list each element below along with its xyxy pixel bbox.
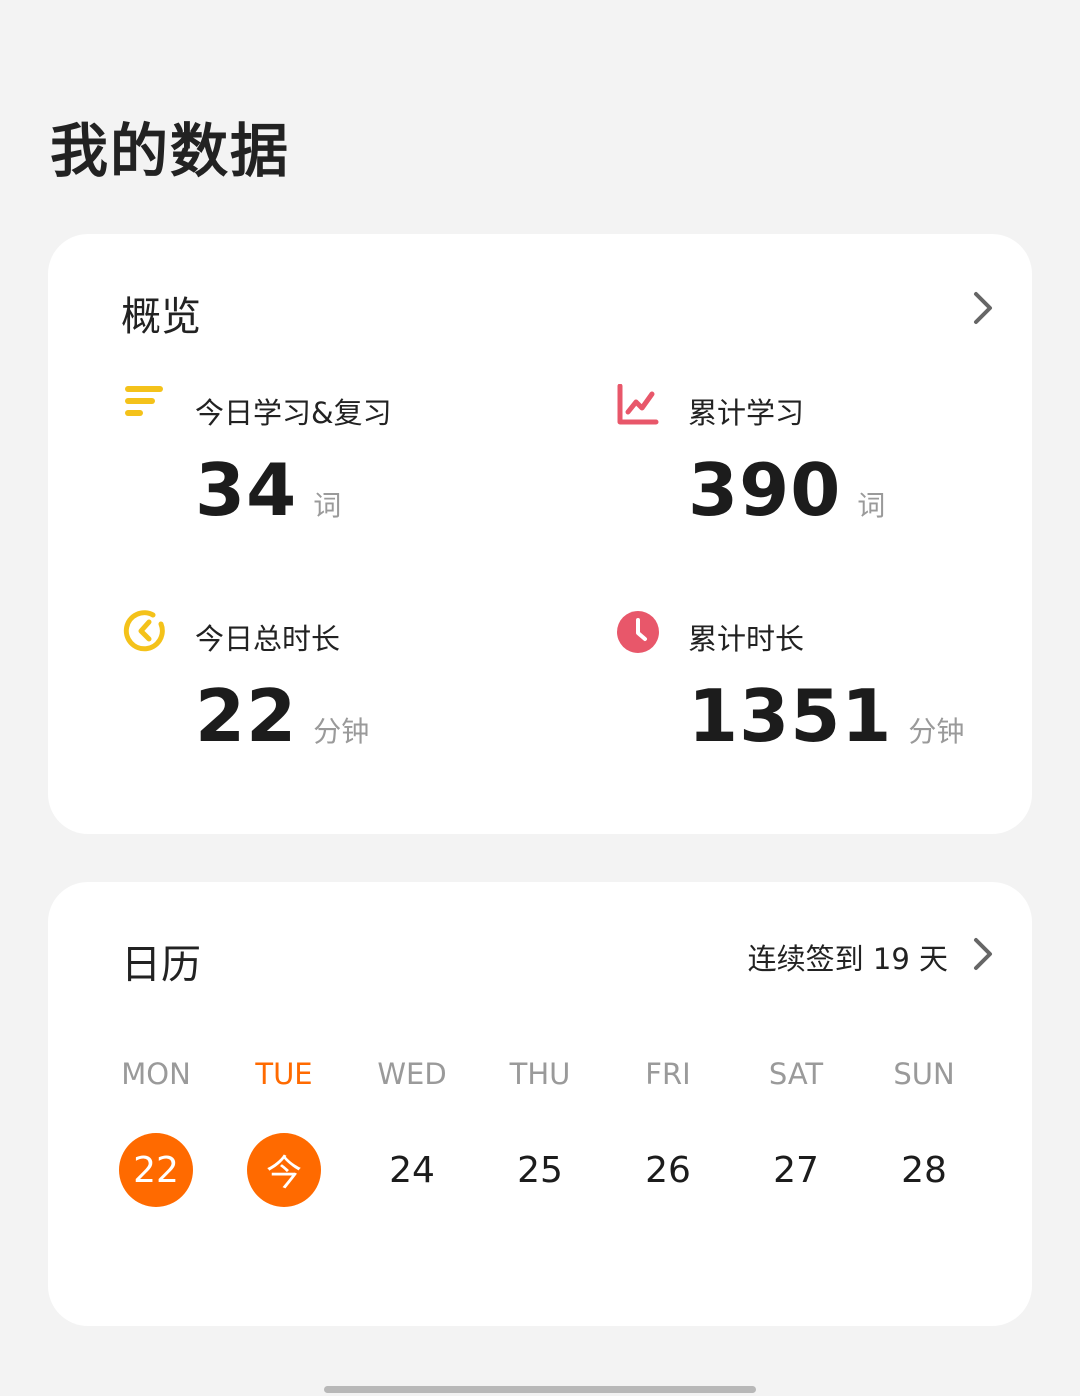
- date-number: 25: [517, 1149, 563, 1191]
- overview-title: 概览: [121, 294, 201, 340]
- date-cell[interactable]: 27: [732, 1132, 860, 1208]
- weekday-label: THU: [509, 1057, 571, 1091]
- calendar-card[interactable]: 日历 连续签到 19 天 MON TUE WED THU FRI SAT SUN…: [48, 882, 1032, 1326]
- stat-unit: 词: [857, 489, 886, 522]
- date-cell-today[interactable]: 今: [220, 1132, 348, 1208]
- stat-total-time: 累计时长 1351 分钟: [616, 610, 1016, 790]
- calendar-title: 日历: [121, 942, 201, 988]
- page-title: 我的数据: [50, 117, 291, 185]
- date-cell[interactable]: 28: [860, 1132, 988, 1208]
- weekday-label: FRI: [645, 1057, 691, 1091]
- stat-label: 今日学习&复习: [195, 396, 392, 430]
- stat-value: 34: [195, 448, 298, 532]
- date-cell[interactable]: 24: [348, 1132, 476, 1208]
- home-indicator[interactable]: [324, 1386, 756, 1393]
- weekday-label: MON: [121, 1057, 191, 1091]
- date-cell[interactable]: 26: [604, 1132, 732, 1208]
- weekday-label: SAT: [768, 1057, 824, 1091]
- stat-unit: 分钟: [908, 715, 965, 748]
- date-cell[interactable]: 25: [476, 1132, 604, 1208]
- weekday-label: WED: [377, 1057, 447, 1091]
- chevron-right-icon[interactable]: [970, 290, 996, 326]
- weekday-row: MON TUE WED THU FRI SAT SUN: [92, 1054, 988, 1094]
- date-number: 24: [389, 1149, 435, 1191]
- my-data-page: 我的数据 概览 今日学习&复习 34 词 累计学习 390 词 今日总时长 22…: [0, 0, 1080, 1396]
- weekday-label: SUN: [893, 1057, 955, 1091]
- clock-icon: [616, 610, 660, 654]
- timer-ring-icon: [123, 610, 167, 654]
- date-number: 22: [119, 1133, 193, 1207]
- date-number: 27: [773, 1149, 819, 1191]
- date-cell-checked[interactable]: 22: [92, 1132, 220, 1208]
- stat-unit: 词: [313, 489, 342, 522]
- stat-value: 390: [688, 448, 842, 532]
- overview-card[interactable]: 概览 今日学习&复习 34 词 累计学习 390 词 今日总时长 22 分钟 累…: [48, 234, 1032, 834]
- chevron-right-icon[interactable]: [970, 936, 996, 972]
- stat-value: 22: [195, 674, 298, 758]
- stat-value: 1351: [688, 674, 893, 758]
- weekday-label-today: TUE: [255, 1057, 313, 1091]
- bars-icon: [123, 384, 167, 428]
- date-number: 26: [645, 1149, 691, 1191]
- stat-unit: 分钟: [313, 715, 370, 748]
- stat-label: 今日总时长: [195, 622, 341, 656]
- date-number: 今: [247, 1133, 321, 1207]
- line-chart-icon: [616, 383, 660, 428]
- stat-label: 累计学习: [688, 396, 805, 430]
- streak-text[interactable]: 连续签到 19 天: [748, 936, 948, 978]
- stat-today-time: 今日总时长 22 分钟: [123, 610, 523, 790]
- stat-label: 累计时长: [688, 622, 805, 656]
- date-number: 28: [901, 1149, 947, 1191]
- date-row: 22 今 24 25 26 27 28: [92, 1132, 988, 1208]
- stat-today-study: 今日学习&复习 34 词: [123, 384, 523, 564]
- stat-total-study: 累计学习 390 词: [616, 383, 1016, 564]
